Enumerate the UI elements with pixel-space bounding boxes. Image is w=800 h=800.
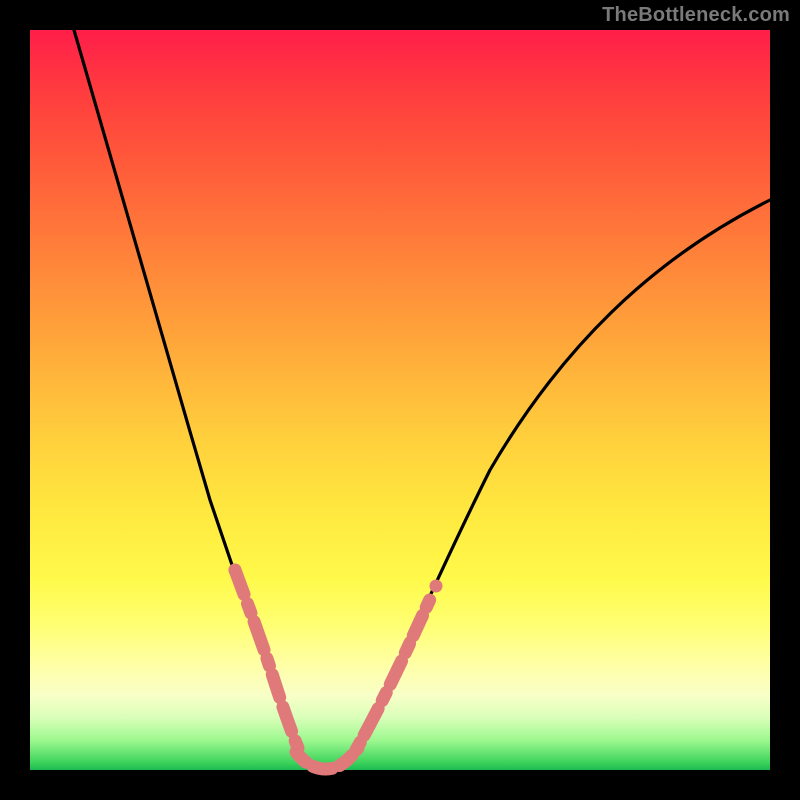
watermark-text: TheBottleneck.com bbox=[602, 4, 790, 27]
chart-svg bbox=[30, 30, 770, 770]
highlight-dot bbox=[404, 636, 416, 648]
highlight-bottom bbox=[296, 748, 358, 769]
highlight-dot bbox=[252, 626, 264, 638]
highlight-dot bbox=[430, 580, 443, 593]
highlight-right bbox=[356, 586, 436, 750]
chart-frame: TheBottleneck.com bbox=[0, 0, 800, 800]
bottleneck-curve bbox=[74, 30, 770, 769]
highlight-dot bbox=[229, 564, 242, 577]
highlight-left bbox=[235, 570, 298, 748]
